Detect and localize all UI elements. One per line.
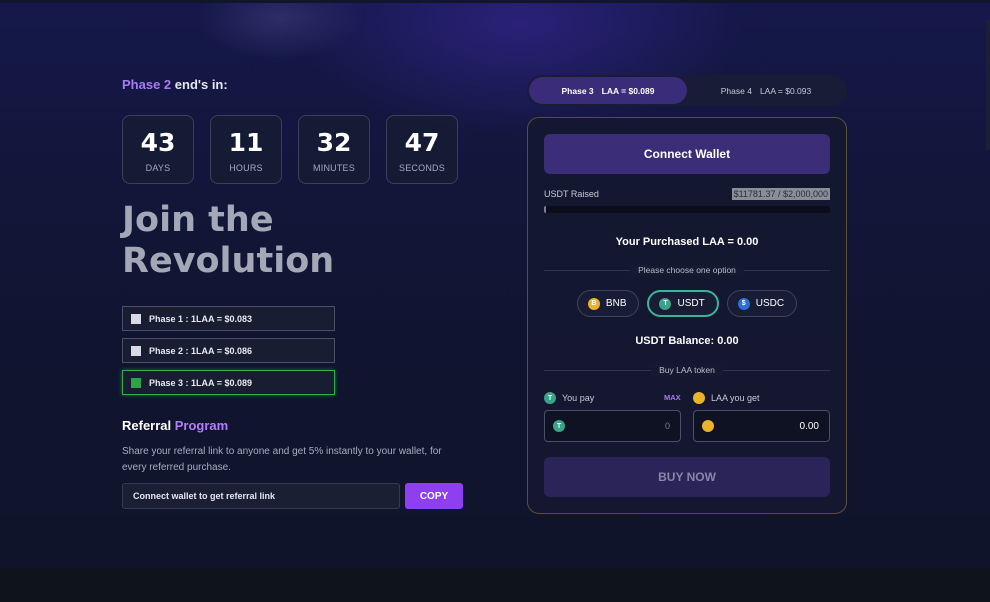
you-pay-label: T You pay bbox=[544, 392, 594, 404]
pay-amount-input[interactable]: T 0 bbox=[544, 410, 681, 442]
referral-link-field[interactable]: Connect wallet to get referral link bbox=[122, 483, 400, 509]
countdown-title: Phase 2 end's in: bbox=[122, 77, 228, 92]
phase-item-2[interactable]: Phase 2 : 1LAA = $0.086 bbox=[122, 338, 335, 363]
usdc-icon: $ bbox=[737, 297, 750, 310]
option-usdt[interactable]: T USDT bbox=[647, 290, 719, 317]
option-bnb[interactable]: B BNB bbox=[576, 290, 640, 317]
copy-button[interactable]: COPY bbox=[405, 483, 463, 509]
countdown-days: 43 DAYS bbox=[122, 115, 194, 184]
raised-progress-fill bbox=[544, 206, 546, 213]
bnb-icon: B bbox=[587, 297, 600, 310]
buy-now-button[interactable]: BUY NOW bbox=[544, 457, 830, 497]
usdt-icon: T bbox=[544, 392, 556, 404]
laa-you-get-label: LAA you get bbox=[693, 392, 760, 404]
raised-progress-bar bbox=[544, 206, 830, 213]
max-button[interactable]: MAX bbox=[664, 393, 681, 402]
buy-token-divider: Buy LAA token bbox=[544, 365, 830, 376]
phase-list: Phase 1 : 1LAA = $0.083 Phase 2 : 1LAA =… bbox=[122, 306, 335, 402]
connect-wallet-button[interactable]: Connect Wallet bbox=[544, 134, 830, 174]
tab-phase-4[interactable]: Phase 4 LAA = $0.093 bbox=[689, 77, 843, 104]
referral-description: Share your referral link to anyone and g… bbox=[122, 446, 442, 473]
countdown-minutes: 32 MINUTES bbox=[298, 115, 370, 184]
usdt-icon: T bbox=[553, 420, 565, 432]
countdown: 43 DAYS 11 HOURS 32 MINUTES 47 SECONDS bbox=[122, 115, 458, 184]
referral-title: Referral Program bbox=[122, 418, 229, 433]
footer bbox=[0, 568, 990, 602]
currency-options: B BNB T USDT $ USDC bbox=[528, 290, 846, 317]
checkbox-icon bbox=[131, 345, 141, 356]
receive-amount-field: 0.00 bbox=[693, 410, 830, 442]
checkbox-checked-icon bbox=[131, 377, 141, 388]
choose-option-divider: Please choose one option bbox=[544, 265, 830, 276]
token-balance: USDT Balance: 0.00 bbox=[635, 335, 739, 347]
countdown-seconds: 47 SECONDS bbox=[386, 115, 458, 184]
laa-token-icon bbox=[693, 392, 705, 404]
page-headline: Join the Revolution bbox=[122, 200, 335, 281]
laa-token-icon bbox=[702, 420, 714, 432]
phase-item-1[interactable]: Phase 1 : 1LAA = $0.083 bbox=[122, 306, 335, 331]
option-usdc[interactable]: $ USDC bbox=[726, 290, 798, 317]
usdt-icon: T bbox=[659, 297, 672, 310]
phase-tabs: Phase 3 LAA = $0.089 Phase 4 LAA = $0.093 bbox=[527, 75, 847, 106]
tab-phase-3[interactable]: Phase 3 LAA = $0.089 bbox=[529, 77, 687, 104]
checkbox-icon bbox=[131, 313, 141, 324]
raised-label: USDT Raised bbox=[544, 189, 599, 199]
scrollbar[interactable] bbox=[986, 20, 990, 150]
purchase-card: Connect Wallet USDT Raised $11781.37 / $… bbox=[527, 117, 847, 514]
countdown-hours: 11 HOURS bbox=[210, 115, 282, 184]
raised-value: $11781.37 / $2,000,000 bbox=[731, 188, 830, 200]
purchased-amount: Your Purchased LAA = 0.00 bbox=[615, 236, 759, 248]
phase-item-3[interactable]: Phase 3 : 1LAA = $0.089 bbox=[122, 370, 335, 395]
